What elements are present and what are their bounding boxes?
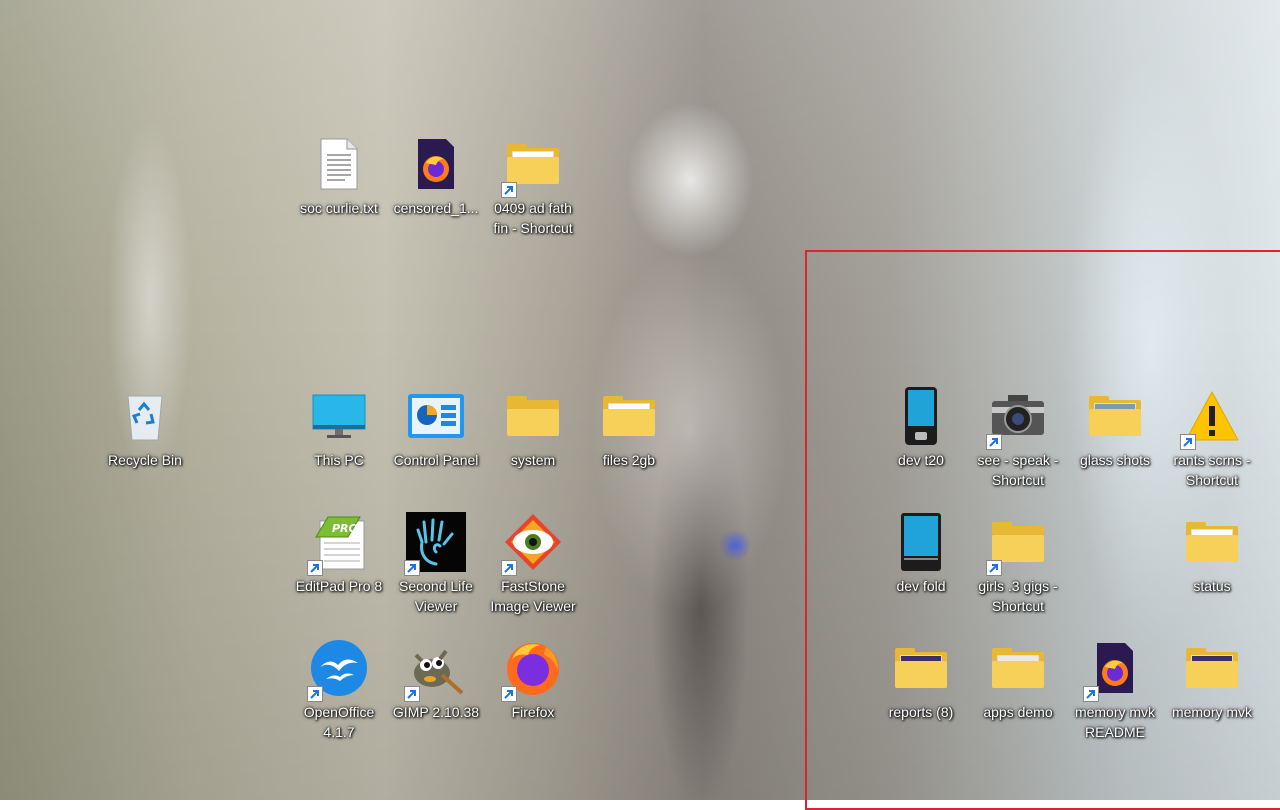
- icon-label: reports (8): [888, 704, 954, 720]
- icon-label: 0409 ad fath fin - Shortcut: [493, 200, 573, 236]
- folder-with-files-icon: [1182, 512, 1242, 572]
- gimp-wilber-icon: [404, 638, 466, 702]
- svg-text:PRO: PRO: [332, 522, 358, 535]
- shortcut-arrow-icon: [404, 560, 420, 576]
- icon-label: Firefox: [511, 704, 555, 720]
- desktop-icon-glass-shots[interactable]: glass shots: [1068, 384, 1162, 494]
- shortcut-arrow-icon: [501, 182, 517, 198]
- desktop-icon-memory-mvk[interactable]: memory mvk: [1165, 636, 1259, 746]
- folder-images-icon: [1182, 638, 1242, 698]
- icon-label: rants scrns - Shortcut: [1173, 452, 1251, 488]
- firefox-icon: [501, 638, 563, 702]
- icon-label: see - speak - Shortcut: [977, 452, 1059, 488]
- folder-apps-icon: [988, 638, 1048, 698]
- shortcut-arrow-icon: [404, 686, 420, 702]
- shortcut-arrow-icon: [501, 686, 517, 702]
- icon-label: memory mvk README: [1074, 704, 1156, 740]
- folder-images-icon: [891, 638, 951, 698]
- icon-label: EditPad Pro 8: [295, 578, 383, 594]
- icon-label: GIMP 2.10.38: [392, 704, 480, 720]
- folder-photos-icon: [1085, 386, 1145, 446]
- second-life-hand-icon: [404, 512, 466, 576]
- folder-shortcut-icon: [501, 134, 563, 198]
- desktop-icon-rants-scrns[interactable]: rants scrns - Shortcut: [1165, 384, 1259, 494]
- shortcut-arrow-icon: [501, 560, 517, 576]
- firefox-document-icon: [1083, 638, 1145, 702]
- desktop-icon-0409-ad-fath[interactable]: 0409 ad fath fin - Shortcut: [486, 132, 580, 242]
- shortcut-arrow-icon: [1180, 434, 1196, 450]
- icon-label: files 2gb: [602, 452, 656, 468]
- icon-label: dev t20: [898, 452, 944, 468]
- desktop-icon-control-panel[interactable]: Control Panel: [389, 384, 483, 494]
- desktop-icon-girls-3-gigs[interactable]: girls .3 gigs - Shortcut: [971, 510, 1065, 620]
- warning-icon: [1180, 386, 1242, 450]
- folder-icon: [986, 512, 1048, 576]
- icon-label: Second Life Viewer: [399, 578, 473, 614]
- desktop-icon-gimp[interactable]: GIMP 2.10.38: [389, 636, 483, 746]
- editpad-pro-icon: PRO: [307, 512, 369, 576]
- icon-label: soc curlie.txt: [300, 200, 378, 216]
- desktop-icon-second-life[interactable]: Second Life Viewer: [389, 510, 483, 620]
- desktop-icon-see-speak[interactable]: see - speak - Shortcut: [971, 384, 1065, 494]
- icon-label: This PC: [314, 452, 364, 468]
- icon-label: dev fold: [896, 578, 946, 594]
- foldable-device-icon: [891, 512, 951, 572]
- desktop-icon-this-pc[interactable]: This PC: [292, 384, 386, 494]
- shortcut-arrow-icon: [986, 434, 1002, 450]
- icon-label: Control Panel: [393, 452, 479, 468]
- desktop-icon-status[interactable]: status: [1165, 510, 1259, 620]
- desktop-icon-files-2gb[interactable]: files 2gb: [582, 384, 676, 494]
- icon-label: Recycle Bin: [108, 452, 182, 468]
- camera-icon: [986, 386, 1048, 450]
- monitor-icon: [309, 386, 369, 446]
- control-panel-icon: [406, 386, 466, 446]
- text-file-icon: [309, 134, 369, 194]
- desktop-icon-dev-t20[interactable]: dev t20: [874, 384, 968, 494]
- folder-with-files-icon: [599, 386, 659, 446]
- desktop-icon-apps-demo[interactable]: apps demo: [971, 636, 1065, 746]
- icon-label: girls .3 gigs - Shortcut: [978, 578, 1058, 614]
- desktop-icon-censored[interactable]: censored_1...: [389, 132, 483, 242]
- folder-icon: [503, 386, 563, 446]
- icon-label: apps demo: [983, 704, 1053, 720]
- openoffice-gulls-icon: [307, 638, 369, 702]
- desktop-icon-system[interactable]: system: [486, 384, 580, 494]
- desktop-icon-memory-mvk-readme[interactable]: memory mvk README: [1068, 636, 1162, 746]
- desktop-icon-recycle-bin[interactable]: Recycle Bin: [98, 384, 192, 494]
- shortcut-arrow-icon: [986, 560, 1002, 576]
- faststone-eye-icon: [501, 512, 563, 576]
- desktop-icon-dev-fold[interactable]: dev fold: [874, 510, 968, 620]
- icon-label: status: [1193, 578, 1231, 594]
- firefox-document-icon: [406, 134, 466, 194]
- shortcut-arrow-icon: [1083, 686, 1099, 702]
- shortcut-arrow-icon: [307, 560, 323, 576]
- recycle-bin-icon: [115, 386, 175, 446]
- desktop-icon-editpad-pro[interactable]: PRO EditPad Pro 8: [292, 510, 386, 620]
- icon-label: memory mvk: [1171, 704, 1253, 720]
- icon-label: OpenOffice 4.1.7: [303, 704, 375, 740]
- desktop-icon-firefox[interactable]: Firefox: [486, 636, 580, 746]
- phone-device-icon: [891, 386, 951, 446]
- desktop-icon-soc-curlie[interactable]: soc curlie.txt: [292, 132, 386, 242]
- desktop-icon-reports[interactable]: reports (8): [874, 636, 968, 746]
- icon-label: FastStone Image Viewer: [490, 578, 576, 614]
- icon-label: censored_1...: [393, 200, 479, 216]
- desktop-icon-openoffice[interactable]: OpenOffice 4.1.7: [292, 636, 386, 746]
- icon-label: glass shots: [1079, 452, 1151, 468]
- shortcut-arrow-icon: [307, 686, 323, 702]
- desktop-icon-faststone[interactable]: FastStone Image Viewer: [486, 510, 580, 620]
- icon-label: system: [510, 452, 556, 468]
